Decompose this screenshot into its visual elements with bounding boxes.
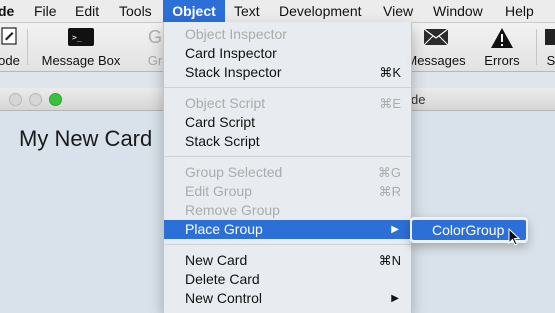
- menu-item-label: Stack Script: [185, 133, 260, 149]
- terminal-icon: >_: [67, 27, 95, 50]
- menu-item-label: Object Script: [185, 95, 266, 111]
- menu-item-label: Delete Card: [185, 271, 260, 287]
- toolbar-sample-label: S: [546, 53, 555, 68]
- menu-item-new-card[interactable]: New Card ⌘N: [164, 251, 411, 270]
- menu-item-edit-group[interactable]: Edit Group ⌘R: [164, 182, 411, 201]
- menu-item-label: Group Selected: [185, 164, 283, 180]
- menu-bar: de File Edit Tools Object Text Developme…: [0, 0, 555, 23]
- toolbar-code-label: ode: [0, 53, 20, 68]
- menu-item-shortcut: ⌘E: [379, 96, 401, 111]
- menu-item-label: Card Script: [185, 114, 256, 130]
- zoom-window-button[interactable]: [49, 93, 62, 106]
- edit-icon: [1, 27, 17, 48]
- card-label-field[interactable]: My New Card: [19, 126, 152, 152]
- menu-file[interactable]: File: [34, 0, 57, 22]
- menu-item-shortcut: ⌘N: [378, 253, 401, 268]
- menu-item-label: Object Inspector: [185, 26, 287, 42]
- menu-item-label: Stack Inspector: [185, 64, 282, 80]
- menu-item-new-control[interactable]: New Control ▶: [164, 289, 411, 308]
- toolbar-errors-label: Errors: [484, 53, 520, 68]
- warning-icon: [490, 27, 514, 52]
- group-icon: G: [148, 27, 162, 50]
- menu-item-shortcut: ⌘G: [377, 165, 401, 180]
- menu-edit[interactable]: Edit: [75, 0, 99, 22]
- toolbar-group-button[interactable]: G Gr: [145, 23, 165, 71]
- toolbar-messages-button[interactable]: Messages: [405, 23, 467, 71]
- sample-icon: [543, 27, 555, 50]
- toolbar-message-box-button[interactable]: >_ Message Box: [36, 23, 126, 71]
- window-title: de: [411, 92, 426, 107]
- menu-item-group-selected[interactable]: Group Selected ⌘G: [164, 163, 411, 182]
- svg-text:>_: >_: [72, 33, 82, 42]
- menu-app[interactable]: de: [0, 0, 14, 22]
- toolbar-divider: [536, 29, 537, 65]
- mouse-pointer-icon: [508, 227, 522, 251]
- menu-item-label: New Control: [185, 290, 263, 306]
- close-window-button[interactable]: [9, 93, 22, 106]
- menu-window[interactable]: Window: [433, 0, 483, 22]
- menu-separator: [164, 156, 411, 157]
- menu-item-card-script[interactable]: Card Script: [164, 113, 411, 132]
- menu-view[interactable]: View: [383, 0, 413, 22]
- menu-item-object-inspector[interactable]: Object Inspector: [164, 25, 411, 44]
- menu-help[interactable]: Help: [505, 0, 534, 22]
- menu-item-shortcut: ⌘R: [378, 184, 401, 199]
- envelope-icon: [423, 27, 449, 50]
- menu-tools[interactable]: Tools: [119, 0, 152, 22]
- menu-item-label: Place Group: [185, 221, 263, 237]
- menu-item-label: Card Inspector: [185, 45, 277, 61]
- menu-separator: [164, 244, 411, 245]
- menu-text[interactable]: Text: [234, 0, 260, 22]
- submenu-arrow-icon: ▶: [391, 293, 399, 304]
- menu-item-stack-inspector[interactable]: Stack Inspector ⌘K: [164, 63, 411, 82]
- toolbar-messages-label: Messages: [406, 53, 466, 68]
- toolbar-group-label: Gr: [147, 53, 163, 68]
- toolbar-errors-button[interactable]: Errors: [479, 23, 525, 71]
- svg-text:G: G: [148, 27, 162, 47]
- object-menu: Object Inspector Card Inspector Stack In…: [163, 22, 412, 313]
- menu-item-shortcut: ⌘K: [379, 65, 401, 80]
- menu-development[interactable]: Development: [279, 0, 362, 22]
- submenu-arrow-icon: ▶: [391, 224, 399, 235]
- menu-item-stack-script[interactable]: Stack Script: [164, 132, 411, 151]
- toolbar-message-box-label: Message Box: [41, 53, 121, 68]
- menu-object[interactable]: Object: [163, 0, 225, 22]
- menu-item-card-inspector[interactable]: Card Inspector: [164, 44, 411, 63]
- menu-item-delete-card[interactable]: Delete Card: [164, 270, 411, 289]
- toolbar-code-button[interactable]: ode: [0, 23, 24, 71]
- submenu-item-label: ColorGroup: [432, 222, 505, 238]
- menu-item-label: Remove Group: [185, 202, 280, 218]
- minimize-window-button[interactable]: [29, 93, 42, 106]
- menu-item-place-group[interactable]: Place Group ▶: [164, 220, 411, 239]
- menu-item-label: Edit Group: [185, 183, 252, 199]
- menu-separator: [164, 87, 411, 88]
- menu-item-object-script[interactable]: Object Script ⌘E: [164, 94, 411, 113]
- toolbar-divider: [27, 29, 28, 65]
- menu-item-remove-group[interactable]: Remove Group: [164, 201, 411, 220]
- menu-item-label: New Card: [185, 252, 248, 268]
- toolbar-sample-button[interactable]: S: [543, 23, 555, 71]
